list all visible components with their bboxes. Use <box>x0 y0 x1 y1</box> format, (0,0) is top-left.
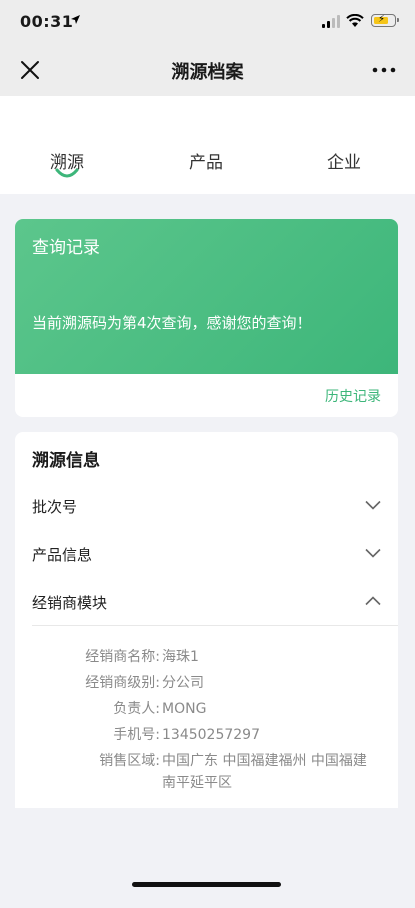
location-arrow-icon <box>71 15 80 24</box>
field-value: MONG <box>162 701 207 717</box>
history-link[interactable]: 历史记录 <box>325 386 381 406</box>
chevron-down-icon <box>365 500 381 510</box>
row-label: 经销商模块 <box>32 594 108 612</box>
field-value: 海珠1 <box>162 649 199 665</box>
page-title: 溯源档案 <box>171 62 244 83</box>
field-value: 13450257297 <box>162 727 260 743</box>
tab-bar: 溯源 产品 企业 <box>0 96 415 194</box>
query-banner: 查询记录 当前溯源码为第4次查询，感谢您的查询！ <box>15 219 398 374</box>
field-value: 中国广东 中国福建福州 中国福建南平延平区 <box>162 753 367 791</box>
chevron-up-icon <box>365 596 381 606</box>
query-title: 查询记录 <box>32 238 100 258</box>
wifi-icon <box>346 14 364 27</box>
cellular-signal-icon <box>322 15 342 28</box>
field-key: 经销商名称: <box>85 649 160 665</box>
tab-product[interactable]: 产品 <box>166 148 246 173</box>
row-label: 批次号 <box>32 498 78 516</box>
home-indicator <box>132 882 281 887</box>
dealer-module-row[interactable]: 经销商模块 <box>32 578 398 626</box>
battery-icon: ⚡ <box>371 14 399 27</box>
field-key: 负责人: <box>113 701 160 717</box>
query-message: 当前溯源码为第4次查询，感谢您的查询！ <box>32 314 312 332</box>
trace-info-title: 溯源信息 <box>32 451 100 471</box>
row-label: 产品信息 <box>32 546 93 564</box>
tab-company[interactable]: 企业 <box>304 148 384 173</box>
batch-number-row[interactable]: 批次号 <box>32 482 398 530</box>
field-key: 手机号: <box>113 727 160 743</box>
status-bar: 00:31 ⚡ <box>0 0 415 44</box>
more-options-icon[interactable] <box>371 62 397 78</box>
status-time: 00:31 <box>20 12 74 31</box>
query-record-card: 查询记录 当前溯源码为第4次查询，感谢您的查询！ 历史记录 <box>15 219 398 417</box>
navigation-bar: 溯源档案 <box>0 44 415 96</box>
trace-info-card: 溯源信息 批次号 产品信息 经销商模块 经销商名称: 海珠1 经销商级别: 分公… <box>15 432 398 808</box>
field-value: 分公司 <box>162 675 204 691</box>
field-key: 销售区域: <box>99 753 160 769</box>
product-info-row[interactable]: 产品信息 <box>32 530 398 578</box>
active-tab-indicator <box>55 168 79 178</box>
chevron-down-icon <box>365 548 381 558</box>
field-key: 经销商级别: <box>85 675 160 691</box>
